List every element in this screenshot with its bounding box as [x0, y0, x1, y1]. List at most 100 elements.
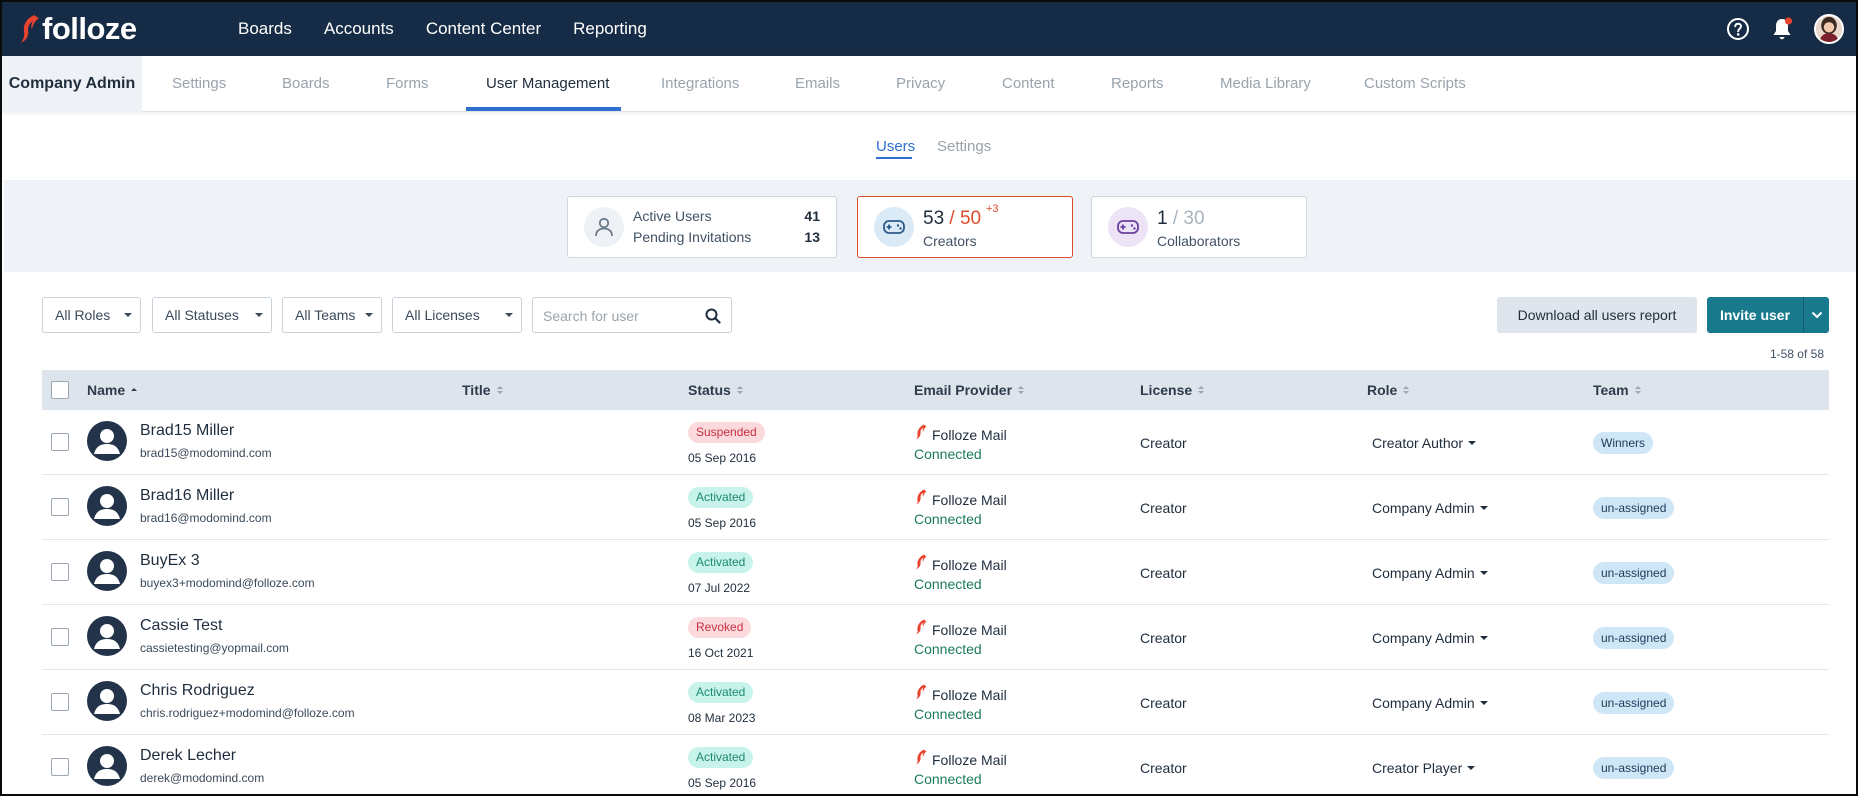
table-row[interactable]: Brad15 Miller brad15@modomind.com Suspen…	[42, 410, 1829, 475]
nav-reporting[interactable]: Reporting	[573, 19, 647, 39]
role-dropdown[interactable]: Company Admin	[1372, 695, 1488, 711]
column-name[interactable]: Name	[87, 382, 138, 398]
row-checkbox[interactable]	[51, 433, 69, 451]
chevron-down-icon	[1468, 441, 1477, 445]
invite-user-button[interactable]: Invite user	[1707, 297, 1803, 333]
status-badge: Activated	[688, 682, 754, 703]
subtab-indicator	[876, 157, 912, 159]
column-license[interactable]: License	[1140, 382, 1205, 398]
table-row[interactable]: Derek Lecher derek@modomind.com Activate…	[42, 735, 1829, 794]
team-badge[interactable]: Winners	[1593, 432, 1654, 454]
statuses-filter[interactable]: All Statuses	[152, 297, 272, 333]
tab-emails[interactable]: Emails	[795, 56, 840, 112]
subtab-users[interactable]: Users	[876, 138, 915, 155]
download-report-button[interactable]: Download all users report	[1497, 297, 1697, 333]
roles-filter[interactable]: All Roles	[42, 297, 141, 333]
user-name[interactable]: Cassie Test	[140, 617, 222, 635]
tab-privacy[interactable]: Privacy	[896, 56, 945, 112]
role-dropdown[interactable]: Company Admin	[1372, 630, 1488, 646]
team-badge[interactable]: un-assigned	[1593, 627, 1675, 649]
team-badge[interactable]: un-assigned	[1593, 562, 1675, 584]
column-role[interactable]: Role	[1367, 382, 1410, 398]
column-title[interactable]: Title	[462, 382, 503, 398]
user-name[interactable]: Brad15 Miller	[140, 422, 234, 440]
user-name[interactable]: Derek Lecher	[140, 747, 236, 765]
tab-media-library[interactable]: Media Library	[1220, 56, 1311, 112]
folloze-flame-icon	[915, 554, 927, 570]
bell-icon[interactable]	[1770, 16, 1794, 42]
table-row[interactable]: BuyEx 3 buyex3+modomind@folloze.com Acti…	[42, 540, 1829, 605]
folloze-flame-icon	[915, 489, 927, 505]
invite-options-toggle[interactable]	[1803, 297, 1829, 333]
email-provider-status: Connected	[914, 706, 982, 722]
results-count: 1-58 of 58	[1769, 347, 1824, 361]
email-provider-status: Connected	[914, 511, 982, 527]
table-row[interactable]: Cassie Test cassietesting@yopmail.com Re…	[42, 605, 1829, 670]
role-dropdown[interactable]: Company Admin	[1372, 565, 1488, 581]
status-badge: Activated	[688, 552, 754, 573]
tab-content[interactable]: Content	[1002, 56, 1055, 112]
row-checkbox[interactable]	[51, 563, 69, 581]
top-right-icons	[1706, 2, 1844, 56]
nav-content-center[interactable]: Content Center	[426, 19, 541, 39]
search-input[interactable]	[543, 306, 693, 326]
tab-forms[interactable]: Forms	[386, 56, 429, 112]
email-provider-status: Connected	[914, 576, 982, 592]
tab-integrations[interactable]: Integrations	[661, 56, 739, 112]
active-tab-indicator	[466, 107, 621, 111]
row-checkbox[interactable]	[51, 628, 69, 646]
tab-boards[interactable]: Boards	[282, 56, 330, 112]
team-badge[interactable]: un-assigned	[1593, 692, 1675, 714]
license-value: Creator	[1140, 565, 1187, 581]
nav-accounts[interactable]: Accounts	[324, 19, 394, 39]
email-provider-name: Folloze Mail	[932, 557, 1007, 573]
row-checkbox[interactable]	[51, 498, 69, 516]
sort-icon	[736, 386, 743, 394]
table-row[interactable]: Chris Rodriguez chris.rodriguez+modomind…	[42, 670, 1829, 735]
help-icon[interactable]	[1726, 17, 1750, 41]
user-name[interactable]: Brad16 Miller	[140, 487, 234, 505]
status-badge: Revoked	[688, 617, 752, 638]
chevron-down-icon	[1811, 311, 1822, 319]
folloze-flame-icon	[915, 749, 927, 765]
column-status[interactable]: Status	[688, 382, 743, 398]
license-stats-band: Active Users 41 Pending Invitations 13 5…	[4, 180, 1856, 272]
role-dropdown[interactable]: Creator Author	[1372, 435, 1477, 451]
user-email: derek@modomind.com	[140, 771, 265, 785]
company-admin-title: Company Admin	[2, 56, 142, 112]
column-email-provider[interactable]: Email Provider	[914, 382, 1025, 398]
tab-reports[interactable]: Reports	[1111, 56, 1164, 112]
column-team[interactable]: Team	[1593, 382, 1641, 398]
nav-boards[interactable]: Boards	[238, 19, 292, 39]
user-name[interactable]: BuyEx 3	[140, 552, 200, 570]
row-checkbox[interactable]	[51, 758, 69, 776]
row-checkbox[interactable]	[51, 693, 69, 711]
teams-filter[interactable]: All Teams	[282, 297, 382, 333]
tab-user-management[interactable]: User Management	[486, 56, 609, 112]
user-avatar-top[interactable]	[1814, 14, 1844, 44]
brand-name: folloze	[42, 11, 137, 46]
top-navigation-bar: folloze Boards Accounts Content Center R…	[2, 2, 1856, 56]
table-row[interactable]: Brad16 Miller brad16@modomind.com Activa…	[42, 475, 1829, 540]
search-icon[interactable]	[703, 306, 723, 326]
tab-custom-scripts[interactable]: Custom Scripts	[1364, 56, 1466, 112]
team-badge[interactable]: un-assigned	[1593, 757, 1675, 779]
sort-icon	[1634, 386, 1641, 394]
licenses-filter[interactable]: All Licenses	[392, 297, 522, 333]
email-provider-name: Folloze Mail	[932, 492, 1007, 508]
chevron-down-icon	[505, 313, 513, 317]
status-date: 05 Sep 2016	[688, 451, 757, 465]
gamepad-icon	[874, 207, 914, 247]
tab-settings[interactable]: Settings	[172, 56, 226, 112]
sort-icon	[1198, 386, 1205, 394]
select-all-checkbox[interactable]	[51, 381, 69, 399]
license-value: Creator	[1140, 630, 1187, 646]
team-badge[interactable]: un-assigned	[1593, 497, 1675, 519]
role-dropdown[interactable]: Company Admin	[1372, 500, 1488, 516]
active-users-value: 41	[804, 208, 820, 224]
role-dropdown[interactable]: Creator Player	[1372, 760, 1476, 776]
subtab-settings[interactable]: Settings	[937, 138, 991, 155]
folloze-logo[interactable]: folloze	[20, 10, 137, 48]
user-name[interactable]: Chris Rodriguez	[140, 682, 255, 700]
creators-overage: +3	[986, 203, 999, 215]
